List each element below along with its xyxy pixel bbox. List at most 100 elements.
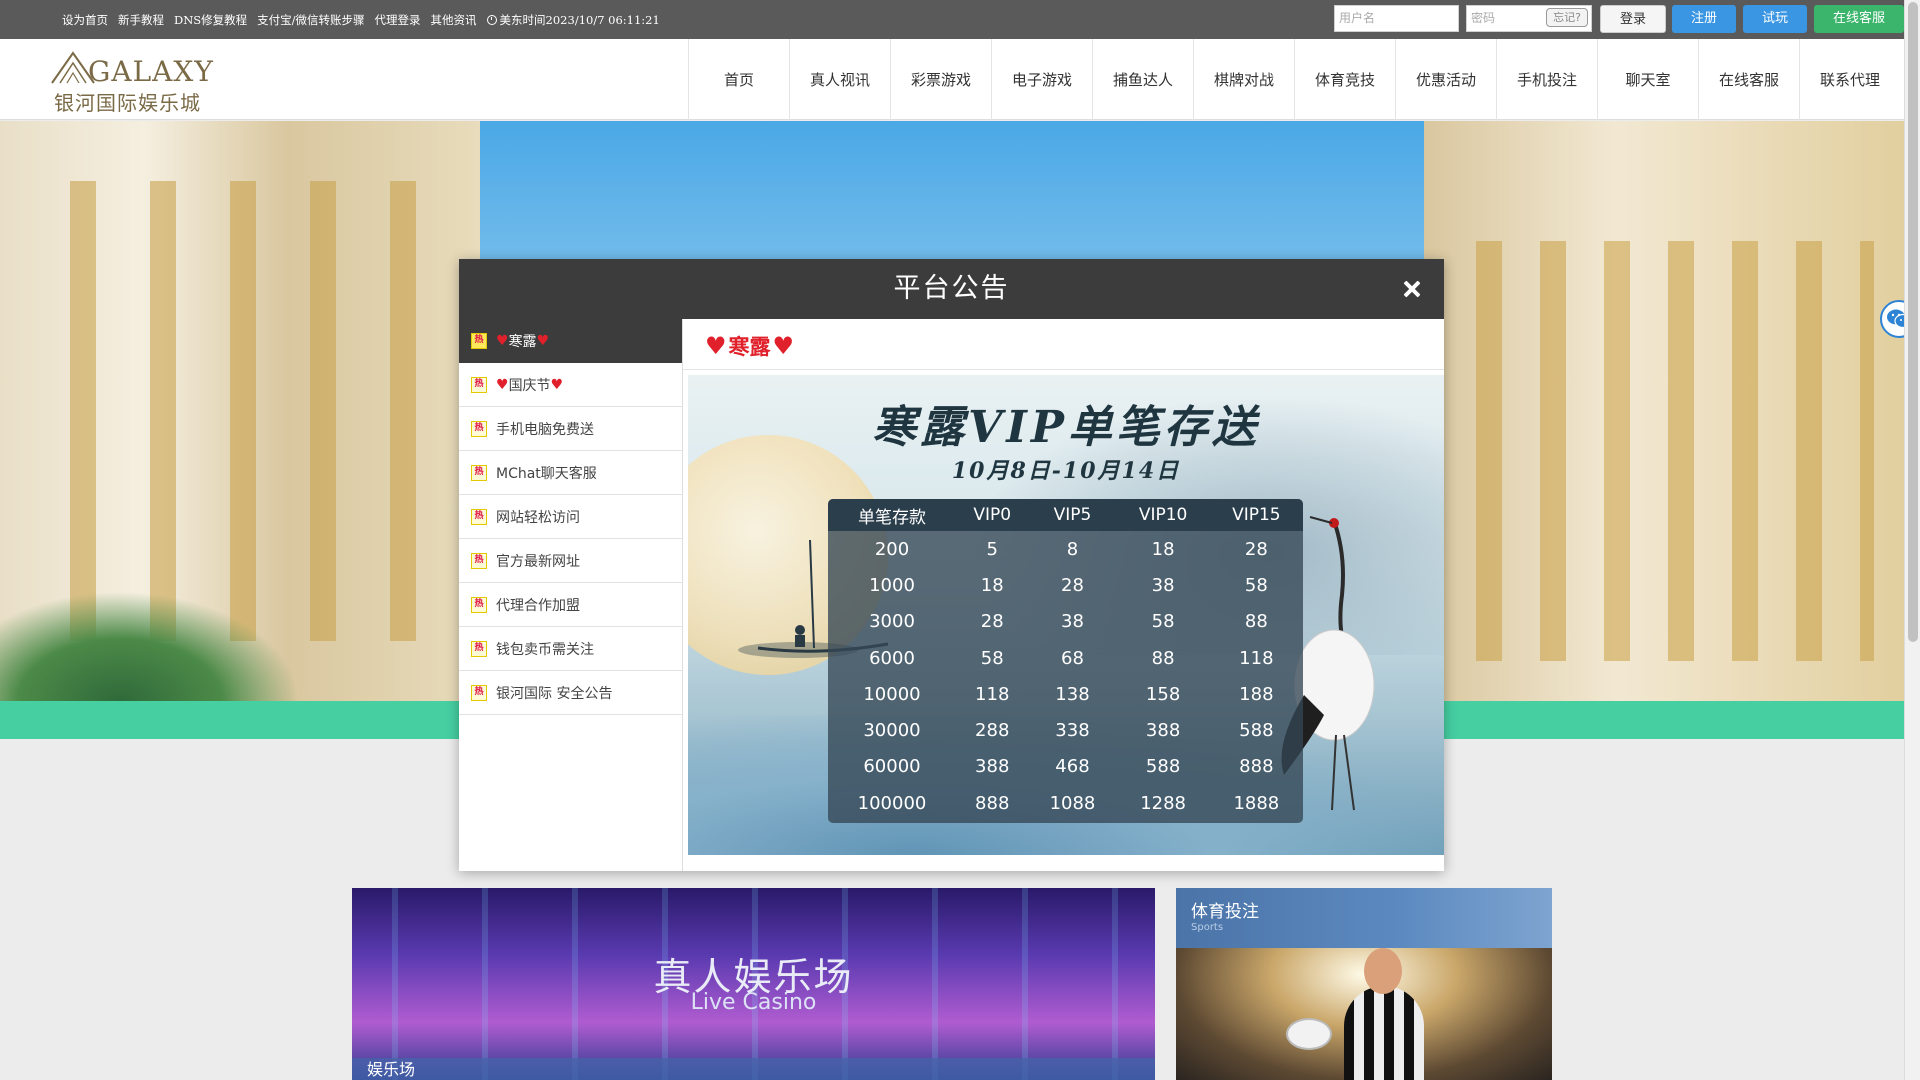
hot-badge-icon: 热 <box>471 596 487 613</box>
table-cell: 28 <box>1244 538 1268 560</box>
table-cell: 158 <box>1145 683 1181 705</box>
hot-badge-icon: 热 <box>471 376 487 393</box>
notice-content-title-text: 寒露 <box>728 335 771 359</box>
page-scrollbar[interactable] <box>1904 0 1920 1080</box>
notice-content: ♥ 寒露 ♥ 寒露VIP单笔存送 10月8日-10月14日 单笔存款 VIP0 … <box>683 319 1444 871</box>
table-row: 200 5 8 18 28 <box>828 531 1303 567</box>
table-cell: 1288 <box>1140 792 1186 814</box>
table-cell: 38 <box>1061 611 1084 633</box>
divider <box>683 369 1444 370</box>
table-cell: 88 <box>1151 647 1175 669</box>
hot-badge-icon: 热 <box>471 420 487 437</box>
table-cell: 588 <box>1239 720 1274 742</box>
table-header-cell: VIP10 <box>1116 499 1210 531</box>
table-cell: 200 <box>874 538 910 560</box>
notice-list: 热 ♥ 寒露 ♥ 热 ♥ 国庆节 ♥ 热手机电脑免费送热 MChat聊天客服热网站轻松访问热官方最… <box>459 319 683 871</box>
modal-overlay: 平台公告 热 ♥ 寒露 ♥ 热 ♥ 国庆节 ♥ 热手机电脑免费送热 MChat聊天客服热网站轻松访… <box>0 0 1904 1080</box>
table-cell: 5 <box>986 538 998 560</box>
hot-badge-icon: 热 <box>471 552 487 569</box>
table-header-cell: VIP5 <box>1028 499 1117 531</box>
notice-item[interactable]: 热 MChat聊天客服 <box>459 451 682 495</box>
table-cell: 388 <box>1145 720 1181 742</box>
poster-date: 10月8日-10月14日 <box>951 458 1181 484</box>
table-cell: 28 <box>1061 574 1084 596</box>
table-cell: 8 <box>1066 538 1079 560</box>
hot-badge-icon: 热 <box>471 640 487 657</box>
table-cell: 288 <box>975 720 1010 742</box>
notice-item-label: 网站轻松访问 <box>496 509 580 526</box>
table-cell: 18 <box>1151 538 1175 560</box>
notice-item[interactable]: 热官方最新网址 <box>459 539 682 583</box>
table-cell: 468 <box>1055 756 1090 778</box>
table-cell: 10000 <box>863 683 921 705</box>
vip-bonus-table: 单笔存款 VIP0 VIP5 VIP10 VIP15 200 5 8 18 28 1000 18 28… <box>828 499 1303 823</box>
notice-item[interactable]: 热 ♥ 寒露 ♥ <box>459 319 682 363</box>
table-cell: 118 <box>1239 647 1274 669</box>
table-row: 3000 28 38 58 88 <box>828 604 1303 640</box>
notice-item-label: 官方最新网址 <box>496 553 580 570</box>
notice-item-label: 国庆节 <box>508 377 551 394</box>
table-cell: 68 <box>1061 647 1084 669</box>
table-cell: 1000 <box>869 574 915 596</box>
table-cell: 588 <box>1145 756 1181 778</box>
table-cell: 1888 <box>1233 792 1280 814</box>
notice-item-label: 钱包卖币需关注 <box>496 641 594 658</box>
table-cell: 388 <box>975 756 1010 778</box>
table-cell: 58 <box>1244 574 1268 596</box>
table-body: 200 5 8 18 28 1000 18 28 38 58 3000 28 38 58 88 6000 58 6… <box>828 531 1303 821</box>
notice-item-label: 银河国际 安全公告 <box>496 685 613 702</box>
table-cell: 38 <box>1151 574 1175 596</box>
hot-badge-icon: 热 <box>471 332 487 349</box>
table-row: 60000 388 468 588 888 <box>828 749 1303 785</box>
notice-item[interactable]: 热银河国际 安全公告 <box>459 671 682 715</box>
promo-poster: 寒露VIP单笔存送 10月8日-10月14日 单笔存款 VIP0 VIP5 VIP10… <box>688 375 1444 855</box>
table-cell: 100000 <box>857 792 927 814</box>
notice-item[interactable]: 热 ♥ 国庆节 ♥ <box>459 363 682 407</box>
notice-item-label: 代理合作加盟 <box>496 597 580 614</box>
table-row: 6000 58 68 88 118 <box>828 640 1303 676</box>
table-cell: 28 <box>980 611 1004 633</box>
table-cell: 60000 <box>863 756 921 778</box>
table-header-cell: VIP15 <box>1209 499 1303 531</box>
table-header-cell: 单笔存款 <box>828 499 956 531</box>
table-cell: 88 <box>1244 611 1268 633</box>
heart-icon: ♥ <box>705 332 727 360</box>
heart-icon: ♥ <box>536 332 550 349</box>
table-cell: 58 <box>1151 611 1175 633</box>
modal-title: 平台公告 <box>893 273 1010 304</box>
table-cell: 58 <box>980 647 1004 669</box>
table-cell: 138 <box>1055 683 1090 705</box>
close-icon[interactable] <box>1400 277 1424 301</box>
heart-icon: ♥ <box>550 376 564 393</box>
table-header-row: 单笔存款 VIP0 VIP5 VIP10 VIP15 <box>828 499 1303 531</box>
heart-icon: ♥ <box>772 332 795 360</box>
notice-item[interactable]: 热手机电脑免费送 <box>459 407 682 451</box>
announcement-modal: 平台公告 热 ♥ 寒露 ♥ 热 ♥ 国庆节 ♥ 热手机电脑免费送热 MChat聊天客服热网站轻松访… <box>459 259 1444 871</box>
table-cell: 118 <box>975 683 1010 705</box>
table-row: 30000 288 338 388 588 <box>828 712 1303 748</box>
table-cell: 3000 <box>869 611 915 633</box>
notice-item[interactable]: 热钱包卖币需关注 <box>459 627 682 671</box>
scrollbar-thumb[interactable] <box>1908 2 1918 642</box>
table-cell: 188 <box>1239 683 1274 705</box>
notice-item-label: 手机电脑免费送 <box>496 421 594 438</box>
table-cell: 6000 <box>869 647 915 669</box>
table-cell: 18 <box>980 574 1004 596</box>
table-row: 10000 118 138 158 188 <box>828 676 1303 712</box>
notice-content-title: ♥ 寒露 ♥ <box>705 329 794 363</box>
table-cell: 338 <box>1055 720 1090 742</box>
hot-badge-icon: 热 <box>471 508 487 525</box>
hot-badge-icon: 热 <box>471 684 487 701</box>
poster-title: 寒露VIP单笔存送 <box>872 402 1260 453</box>
table-cell: 1088 <box>1049 792 1096 814</box>
heart-icon: ♥ <box>496 332 509 349</box>
hot-badge-icon: 热 <box>471 464 487 481</box>
table-cell: 888 <box>1239 756 1274 778</box>
table-header-cell: VIP0 <box>956 499 1029 531</box>
notice-item[interactable]: 热网站轻松访问 <box>459 495 682 539</box>
table-row: 100000 888 1088 1288 1888 <box>828 785 1303 821</box>
notice-item-label: 寒露 <box>508 333 537 350</box>
heart-icon: ♥ <box>496 376 509 393</box>
notice-item[interactable]: 热代理合作加盟 <box>459 583 682 627</box>
table-cell: 888 <box>975 792 1010 814</box>
